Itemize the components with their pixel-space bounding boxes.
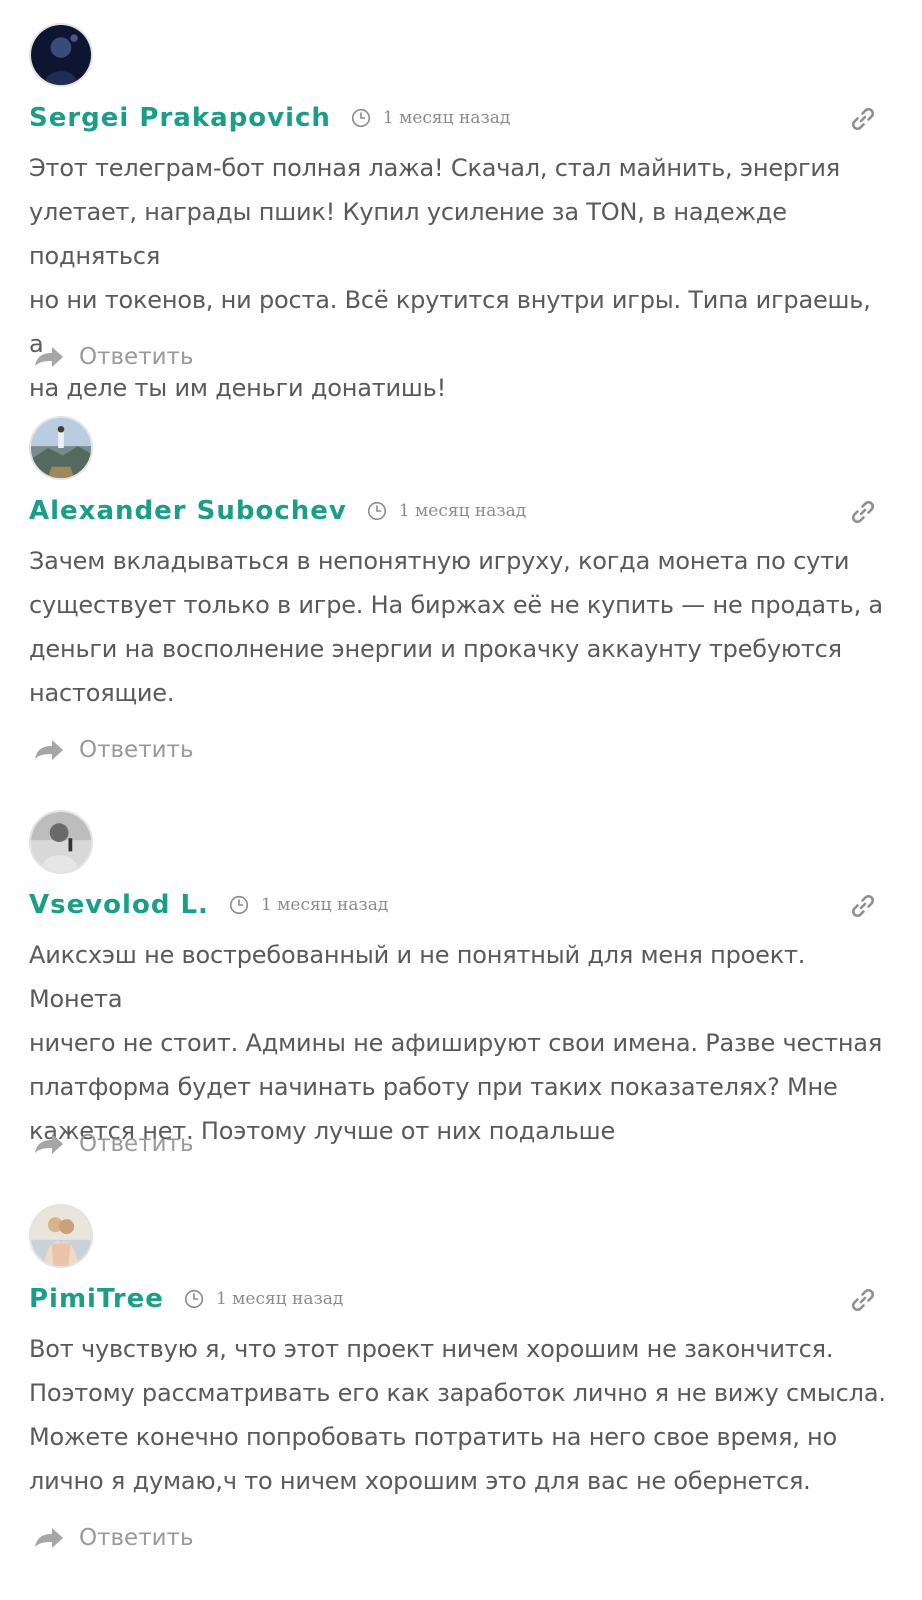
comment-text-line: платформа будет начинать работу при таки…	[29, 1073, 838, 1101]
comment-text-line: Этот телеграм-бот полная лажа! Скачал, с…	[29, 154, 840, 182]
time-label: 1 месяц назад	[382, 108, 511, 128]
comment: Alexander Subochev 1 месяц назад Зачем в…	[0, 393, 922, 786]
avatar[interactable]	[29, 23, 93, 87]
author-name[interactable]: Vsevolod L.	[29, 890, 209, 920]
comment-text: Аиксхэш не востребованный и не понятный …	[29, 933, 889, 1153]
time-label: 1 месяц назад	[398, 501, 527, 521]
author-name[interactable]: Sergei Prakapovich	[29, 103, 331, 133]
clock-icon	[367, 501, 386, 521]
reply-label: Ответить	[79, 344, 194, 370]
comment-meta: Vsevolod L. 1 месяц назад	[29, 885, 882, 925]
comment-time[interactable]: 1 месяц назад	[367, 501, 526, 521]
avatar[interactable]	[29, 416, 93, 480]
comment-meta: Alexander Subochev 1 месяц назад	[29, 491, 882, 531]
comment-meta: PimiTree 1 месяц назад	[29, 1279, 882, 1319]
reply-arrow-icon	[35, 1528, 63, 1548]
clock-icon	[184, 1289, 204, 1309]
comment-text-line: Аиксхэш не востребованный и не понятный …	[29, 941, 806, 1013]
clock-icon	[351, 108, 371, 128]
comment-text-line: деньги на восполнение энергии и прокачку…	[29, 635, 842, 663]
comment-text-line: Зачем вкладываться в непонятную игруху, …	[29, 547, 850, 575]
time-label: 1 месяц назад	[260, 895, 389, 915]
reply-button[interactable]: Ответить	[33, 1127, 194, 1161]
comment-time[interactable]: 1 месяц назад	[184, 1289, 343, 1309]
avatar-image	[31, 418, 91, 478]
reply-button[interactable]: Ответить	[33, 733, 194, 767]
avatar-image	[31, 25, 91, 85]
time-label: 1 месяц назад	[215, 1289, 344, 1309]
link-icon[interactable]	[850, 106, 876, 132]
link-icon[interactable]	[850, 1287, 876, 1313]
avatar-image	[31, 812, 91, 872]
reply-label: Ответить	[79, 1131, 194, 1157]
comment-time[interactable]: 1 месяц назад	[351, 108, 510, 128]
author-name[interactable]: PimiTree	[29, 1284, 164, 1314]
comment-text-line: Можете конечно попробовать потратить на …	[29, 1423, 838, 1451]
clock-icon	[229, 895, 249, 915]
link-icon[interactable]	[850, 893, 876, 919]
link-icon[interactable]	[850, 499, 876, 525]
author-name[interactable]: Alexander Subochev	[29, 496, 347, 526]
comment-text-line: Поэтому рассматривать его как заработок …	[29, 1379, 886, 1407]
comment-text-line: Вот чувствую я, что этот проект ничем хо…	[29, 1335, 834, 1363]
comment-text-line: улетает, награды пшик! Купил усиление за…	[29, 198, 787, 270]
reply-arrow-icon	[35, 1134, 63, 1154]
comment-text-line: лично я думаю,ч то ничем хорошим это для…	[29, 1467, 811, 1495]
comment: PimiTree 1 месяц назад Вот чувствую я, ч…	[0, 1181, 922, 1574]
avatar-image	[31, 1206, 91, 1266]
comment-text-line: настоящие.	[29, 679, 175, 707]
avatar[interactable]	[29, 810, 93, 874]
avatar[interactable]	[29, 1204, 93, 1268]
comment: Sergei Prakapovich 1 месяц назад Этот те…	[0, 0, 922, 402]
reply-button[interactable]: Ответить	[33, 340, 194, 374]
reply-arrow-icon	[35, 740, 63, 760]
comment-text-line: ничего не стоит. Админы не афишируют сво…	[29, 1029, 883, 1057]
comment-time[interactable]: 1 месяц назад	[229, 895, 388, 915]
reply-label: Ответить	[79, 1525, 194, 1551]
comment: Vsevolod L. 1 месяц назад Аиксхэш не вос…	[0, 787, 922, 1180]
reply-label: Ответить	[79, 737, 194, 763]
comment-text: Зачем вкладываться в непонятную игруху, …	[29, 539, 889, 715]
comment-meta: Sergei Prakapovich 1 месяц назад	[29, 98, 882, 138]
reply-arrow-icon	[35, 347, 63, 367]
comment-text: Вот чувствую я, что этот проект ничем хо…	[29, 1327, 889, 1503]
reply-button[interactable]: Ответить	[33, 1521, 194, 1555]
comment-text-line: существует только в игре. На биржах её н…	[29, 591, 883, 619]
